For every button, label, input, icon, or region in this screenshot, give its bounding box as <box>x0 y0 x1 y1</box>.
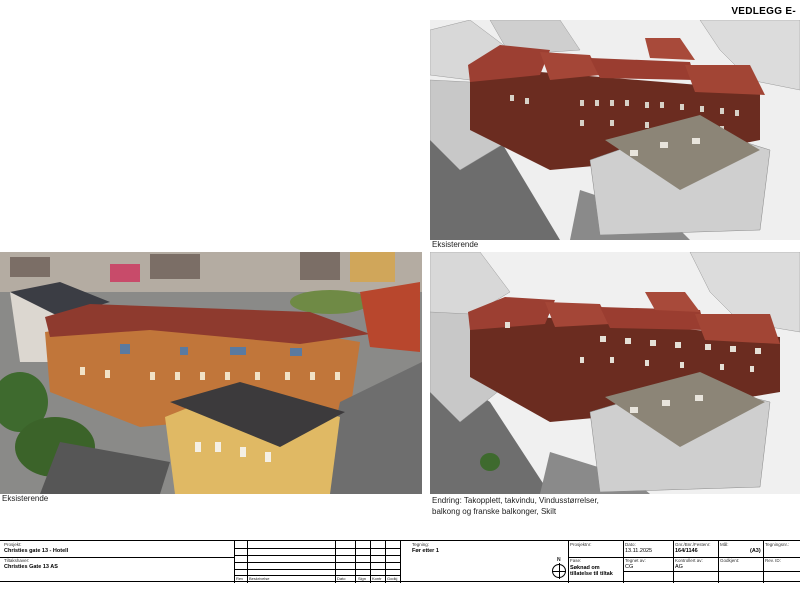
rev-header-dato: Dato <box>337 576 346 581</box>
tiltakshaver-label: Tiltakshaver: <box>4 558 30 563</box>
rev-header-sign: Sign <box>358 576 367 581</box>
tegning-value: Før etter 1 <box>412 548 439 554</box>
caption-photo: Eksisterende <box>2 494 49 503</box>
gnr-value: 164/1146 <box>675 548 698 554</box>
prosjektnr-label: Prosjektnr: <box>570 542 592 547</box>
tegnet-value: CG <box>625 564 634 570</box>
title-block: Prosjekt: Christies gate 13 - Hotell Til… <box>0 540 800 583</box>
prosjekt-value: Christies gate 13 - Hotell <box>4 548 69 554</box>
tegnet-label: Tegnet av: <box>625 558 646 563</box>
aerial-photo <box>0 252 422 494</box>
sheet-tag: VEDLEGG E- <box>731 6 796 17</box>
rev-header-kontr: Kontr <box>372 576 382 581</box>
north-arrow-icon <box>552 563 566 579</box>
maal-label: Mål: <box>720 542 729 547</box>
revid-label: Rev. ID: <box>765 558 781 563</box>
prosjekt-label: Prosjekt: <box>4 542 22 547</box>
kontrollert-value: AG <box>675 564 683 570</box>
fase-value: Søknad om tillatelse til tiltak <box>570 565 613 577</box>
tegningsnr-label: Tegningsnr.: <box>765 542 790 547</box>
rev-header-godkj: Godkj <box>387 576 398 581</box>
blank-area <box>0 20 422 250</box>
model-change-view <box>430 252 800 494</box>
caption-change: Endring: Takopplett, takvindu, Vindusstø… <box>432 496 599 516</box>
rev-header-beskrivelse: Beskrivelse <box>249 576 270 581</box>
dato-label: Dato: <box>625 542 636 547</box>
gnr-label: Gnr./Bnr./Festenr: <box>675 542 711 547</box>
fase-label: Fase: <box>570 558 582 563</box>
tiltakshaver-value: Christies Gate 13 AS <box>4 564 58 570</box>
caption-model-existing: Eksisterende <box>432 240 479 249</box>
maal-value: (A3) <box>750 548 761 554</box>
dato-value: 13.11.2025 <box>625 548 653 554</box>
rev-header-rev: Rev <box>236 576 244 581</box>
kontrollert-label: Kontrollert av: <box>675 558 703 563</box>
model-existing-view <box>430 20 800 240</box>
godkjent-label: Godkjent: <box>720 558 740 563</box>
tegning-label: Tegning: <box>412 542 430 547</box>
